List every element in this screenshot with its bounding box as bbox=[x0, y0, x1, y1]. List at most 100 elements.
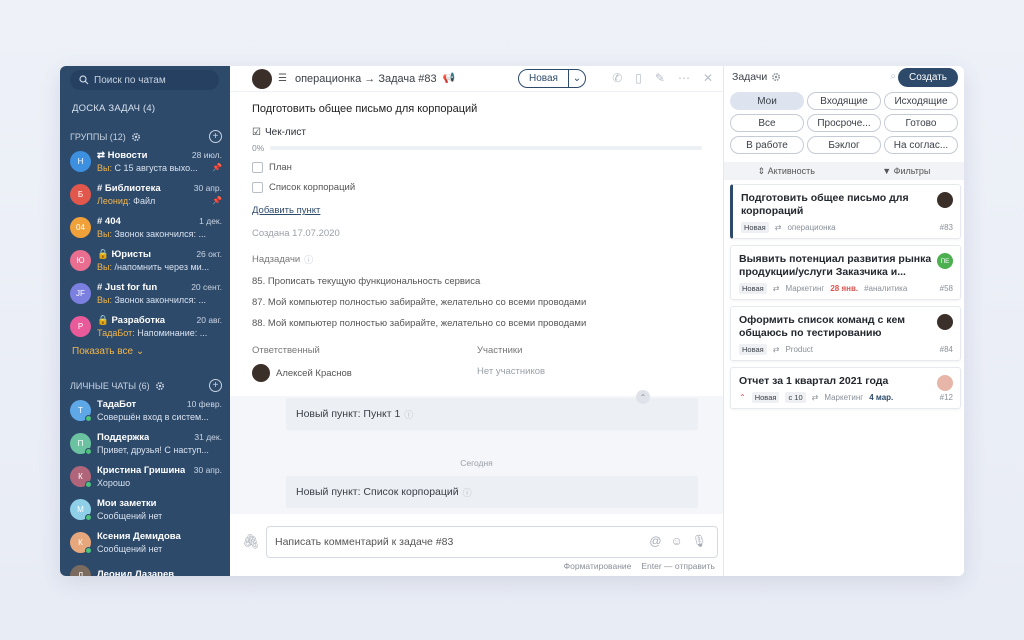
chat-date: 20 сент. bbox=[191, 281, 222, 292]
chat-preview: Совершён вход в систем... bbox=[97, 412, 209, 422]
sidebar-chat-item[interactable]: Ю 🔒 Юристы 26 окт. Вы: /напомнить через … bbox=[70, 246, 222, 274]
subtask-link[interactable]: 85. Прописать текущую функциональность с… bbox=[252, 276, 702, 287]
task-card[interactable]: Отчет за 1 квартал 2021 года ⌃ Новая с 1… bbox=[730, 367, 961, 409]
sidebar-chat-item[interactable]: Т ТадаБот 10 февр. Совершён вход в систе… bbox=[70, 396, 222, 424]
sidebar-chat-item[interactable]: Н ⇄ Новости 28 июл. Вы: С 15 августа вых… bbox=[70, 147, 222, 175]
task-card[interactable]: Подготовить общее письмо для корпораций … bbox=[730, 184, 961, 239]
sidebar-chat-item[interactable]: К Кристина Гришина 30 апр. Хорошо bbox=[70, 462, 222, 490]
sidebar-chat-item[interactable]: JF # Just for fun 20 сент. Вы: Звонок за… bbox=[70, 279, 222, 307]
task-card-title: Отчет за 1 квартал 2021 года bbox=[739, 375, 889, 387]
gear-icon[interactable] bbox=[131, 132, 141, 142]
add-group-icon[interactable]: + bbox=[209, 130, 222, 143]
filter-chip[interactable]: Мои bbox=[730, 92, 804, 110]
status-badge: Новая bbox=[739, 283, 767, 294]
create-task-button[interactable]: Создать bbox=[898, 68, 958, 87]
chat-preview: Сообщений нет bbox=[97, 511, 162, 521]
mention-icon[interactable]: @ bbox=[649, 534, 661, 548]
status-badge: Новая bbox=[751, 392, 780, 403]
more-icon[interactable]: ⋯ bbox=[678, 71, 690, 85]
add-item-link[interactable]: Добавить пункт bbox=[252, 205, 702, 216]
chat-name: 🔒 Разработка bbox=[97, 314, 166, 326]
task-deadline: 28 янв. bbox=[830, 284, 859, 293]
task-project: Маркетинг bbox=[785, 284, 825, 293]
checkbox[interactable] bbox=[252, 182, 263, 193]
sidebar-chat-item[interactable]: М Мои заметки Сообщений нет bbox=[70, 495, 222, 523]
search-icon[interactable]: ⌕ bbox=[890, 71, 896, 82]
subtask-link[interactable]: 88. Мой компьютер полностью забирайте, ж… bbox=[252, 318, 702, 329]
filter-chip[interactable]: Готово bbox=[884, 114, 958, 132]
task-project: Маркетинг bbox=[824, 393, 864, 402]
checklist-item[interactable]: Список корпораций bbox=[252, 182, 702, 193]
gear-icon[interactable] bbox=[771, 72, 781, 82]
participants-value[interactable]: Нет участников bbox=[477, 366, 702, 377]
avatar: К bbox=[70, 531, 92, 554]
filter-chip[interactable]: На соглас... bbox=[884, 136, 958, 154]
checkbox[interactable] bbox=[252, 162, 263, 173]
chat-preview: Вы: /напомнить через ми... bbox=[97, 262, 209, 272]
sidebar-chat-item[interactable]: К Ксения Демидова Сообщений нет bbox=[70, 528, 222, 556]
format-hint[interactable]: Форматирование bbox=[564, 561, 632, 571]
subtask-link[interactable]: 87. Мой компьютер полностью забирайте, ж… bbox=[252, 297, 702, 308]
tasks-title: Задачи bbox=[732, 71, 768, 83]
task-board-link[interactable]: ДОСКА ЗАДАЧ (4) bbox=[72, 103, 155, 114]
checklist-percent: 0% bbox=[252, 143, 265, 153]
breadcrumb[interactable]: операционка → Задача #83 bbox=[295, 73, 437, 85]
add-chat-icon[interactable]: + bbox=[209, 379, 222, 392]
sidebar-chat-item[interactable]: Л Леонид Лазарев bbox=[70, 561, 222, 576]
preview-author: Вы: bbox=[97, 261, 112, 272]
filter-chip[interactable]: Все bbox=[730, 114, 804, 132]
sidebar-chat-item[interactable]: 04 # 404 1 дек. Вы: Звонок закончился: .… bbox=[70, 213, 222, 241]
status-value: Новая bbox=[519, 70, 569, 87]
avatar-initials: Н bbox=[77, 156, 84, 166]
filter-chip[interactable]: Бэклог bbox=[807, 136, 881, 154]
filter-chip[interactable]: Просроче... bbox=[807, 114, 881, 132]
sidebar-chat-item[interactable]: Р 🔒 Разработка 20 авг. ТадаБот: Напомина… bbox=[70, 312, 222, 340]
assignee[interactable]: Алексей Краснов bbox=[252, 364, 477, 382]
chat-preview: Вы: Звонок закончился: ... bbox=[97, 229, 206, 239]
task-number: #12 bbox=[939, 393, 953, 402]
scroll-up-icon[interactable]: ⌃ bbox=[636, 390, 650, 404]
filter-chip[interactable]: В работе bbox=[730, 136, 804, 154]
chat-item-body: 🔒 Разработка 20 авг. ТадаБот: Напоминани… bbox=[97, 315, 222, 338]
chat-name: Кристина Гришина bbox=[97, 464, 186, 476]
preview-author: ТадаБот: bbox=[97, 327, 135, 338]
sidebar-chat-item[interactable]: П Поддержка 31 дек. Привет, друзья! С на… bbox=[70, 429, 222, 457]
show-all-link[interactable]: Показать все ⌄ bbox=[72, 346, 144, 357]
filter-chip[interactable]: Исходящие bbox=[884, 92, 958, 110]
filter-chip[interactable]: Входящие bbox=[807, 92, 881, 110]
tasks-panel: Задачи ⌕ Создать Мои Входящие Исходящие Все… bbox=[724, 66, 964, 576]
status-select[interactable]: Новая ⌄ bbox=[518, 69, 586, 88]
day-separator: Сегодня bbox=[460, 458, 493, 468]
bookmark-icon[interactable]: ▯ bbox=[635, 71, 642, 85]
sort-bar: ⇕ Активность ▼ Фильтры bbox=[724, 162, 964, 180]
microphone-icon[interactable]: 🎙 bbox=[692, 534, 707, 548]
topbar-actions: ✆ ▯ ✎ ⋯ ✕ bbox=[612, 71, 713, 85]
avatar bbox=[252, 364, 270, 382]
chat-item-body: 🔒 Юристы 26 окт. Вы: /напомнить через ми… bbox=[97, 249, 222, 272]
gear-icon[interactable] bbox=[155, 381, 165, 391]
help-icon[interactable]: ⓘ bbox=[304, 253, 313, 266]
phone-icon[interactable]: ✆ bbox=[612, 71, 622, 85]
avatar-initials: Ю bbox=[76, 255, 85, 265]
preview-text: Звонок закончился: ... bbox=[111, 228, 207, 239]
feed-message: Новый пункт: Пункт 1 ⓘ bbox=[286, 398, 698, 430]
sidebar-chat-item[interactable]: Б # Библиотека 30 апр. Леонид: Файл 📌 bbox=[70, 180, 222, 208]
edit-icon[interactable]: ✎ bbox=[655, 71, 665, 85]
task-card-meta: Новая ⇄ Product #84 bbox=[739, 344, 953, 355]
task-card[interactable]: Оформить список команд с кем общаюсь по … bbox=[730, 306, 961, 361]
checklist-item[interactable]: План bbox=[252, 162, 702, 173]
task-card[interactable]: Выявить потенциал развития рынка продукц… bbox=[730, 245, 961, 300]
chat-name: Мои заметки bbox=[97, 497, 157, 509]
chat-search[interactable]: Поиск по чатам bbox=[70, 70, 219, 90]
subtasks-label: Надзадачи bbox=[252, 254, 301, 265]
sort-activity-button[interactable]: ⇕ Активность bbox=[758, 166, 815, 177]
comment-input[interactable]: Написать комментарий к задаче #83 @ ☺ 🎙 bbox=[266, 526, 718, 558]
avatar bbox=[937, 314, 953, 330]
emoji-icon[interactable]: ☺ bbox=[671, 534, 683, 548]
avatar: Б bbox=[70, 183, 91, 205]
close-icon[interactable]: ✕ bbox=[703, 71, 713, 85]
preview-author: Вы: bbox=[97, 228, 112, 239]
attach-icon[interactable]: 🖇 bbox=[242, 533, 260, 550]
avatar bbox=[937, 375, 953, 391]
filters-button[interactable]: ▼ Фильтры bbox=[882, 166, 930, 176]
